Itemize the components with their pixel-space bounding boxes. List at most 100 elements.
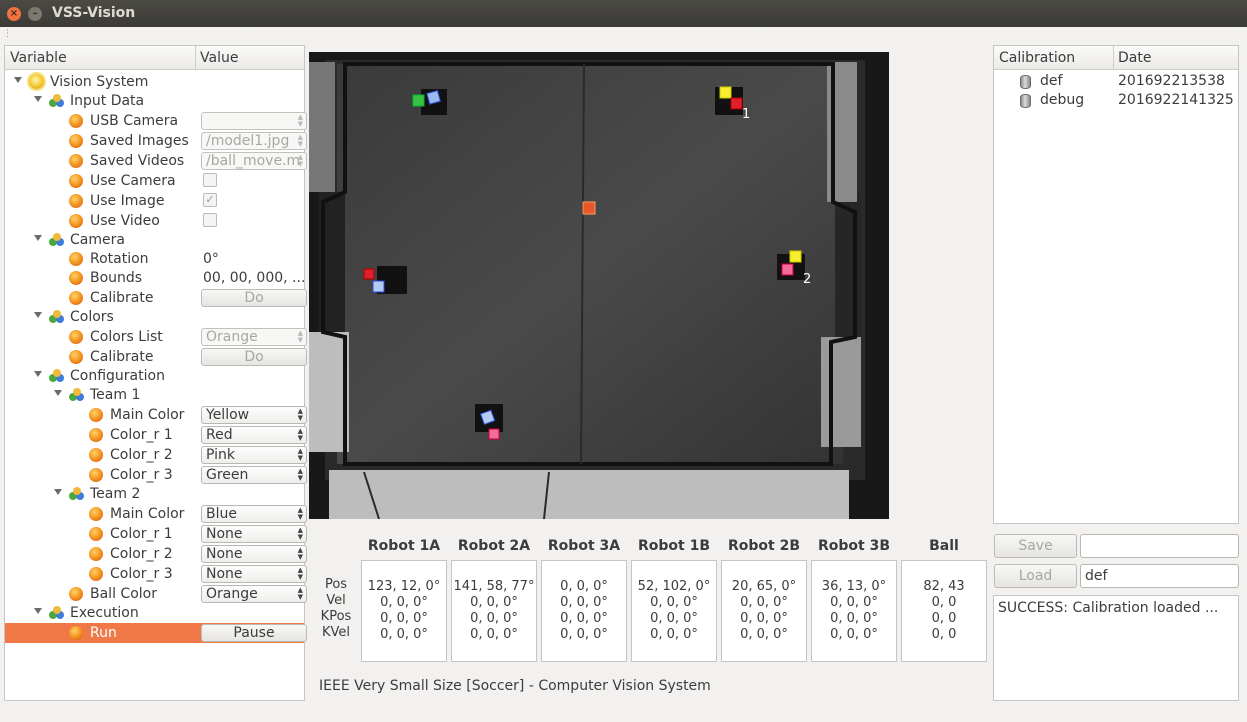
robot-column-header: Robot 2B [727, 538, 801, 554]
tree-label: Color_r 2 [110, 447, 173, 463]
tree-item-vision-system[interactable]: Vision System [5, 72, 304, 92]
tree-label: Calibrate [90, 349, 154, 365]
team1-color-r1-select[interactable]: Red ▲ ▼ [201, 426, 307, 444]
kvel-value: 0, 0, 0° [650, 627, 698, 642]
expand-arrow-icon[interactable] [34, 371, 42, 377]
tree-item-bounds[interactable]: Bounds 00, 00, 000, ... [5, 268, 305, 288]
tree-item-team1-main-color[interactable]: Main Color Yellow ▲ ▼ [5, 405, 307, 425]
team1-color-r2-select[interactable]: Pink ▲ ▼ [201, 446, 307, 464]
tree-item-ball-color[interactable]: Ball Color Orange ▲ ▼ [5, 584, 307, 604]
pos-value: 123, 12, 0° [367, 579, 441, 594]
tree-item-input-data[interactable]: Input Data [5, 91, 304, 111]
tree-item-team1-color-r1[interactable]: Color_r 1 Red ▲ ▼ [5, 425, 307, 445]
tree-item-team2-main-color[interactable]: Main Color Blue ▲ ▼ [5, 504, 307, 524]
team2-main-color-select[interactable]: Blue ▲ ▼ [201, 505, 307, 523]
tree-item-team2-color-r1[interactable]: Color_r 1 None ▲ ▼ [5, 524, 307, 544]
tree-item-colors-calibrate[interactable]: Calibrate Do [5, 347, 307, 367]
tree-label: Configuration [70, 368, 165, 384]
kvel-value: 0, 0, 0° [380, 627, 428, 642]
kpos-value: 0, 0 [931, 611, 957, 626]
tree-item-rotation[interactable]: Rotation 0° [5, 249, 304, 269]
calibration-item[interactable]: def 201692213538 [994, 72, 1238, 92]
tree-item-usb-camera[interactable]: USB Camera ▲ ▼ [5, 111, 307, 131]
variable-icon [69, 330, 83, 344]
ball-color-select[interactable]: Orange ▲ ▼ [201, 585, 307, 603]
robot-label-2: 2 [803, 272, 811, 287]
tree-item-team-1[interactable]: Team 1 [5, 385, 304, 405]
tree-item-use-video[interactable]: Use Video [5, 211, 304, 231]
expand-arrow-icon[interactable] [14, 77, 22, 83]
expand-arrow-icon[interactable] [54, 390, 62, 396]
tree-item-saved-images[interactable]: Saved Images /model1.jpg ▲ ▼ [5, 131, 307, 151]
tree-item-execution[interactable]: Execution [5, 603, 304, 623]
load-button[interactable]: Load [994, 564, 1077, 588]
tree-item-saved-videos[interactable]: Saved Videos /ball_move.m ▲ ▼ [5, 151, 307, 171]
robot-2b-values: 20, 65, 0° 0, 0, 0° 0, 0, 0° 0, 0, 0° [721, 560, 807, 662]
tree-label: Saved Images [90, 133, 189, 149]
field-camera-view[interactable]: 1 2 [309, 52, 889, 519]
variable-icon [69, 587, 83, 601]
pause-button[interactable]: Pause [201, 624, 307, 642]
close-window-button[interactable]: × [7, 7, 21, 21]
tree-item-configuration[interactable]: Configuration [5, 366, 304, 386]
save-button[interactable]: Save [994, 534, 1077, 558]
expand-arrow-icon[interactable] [54, 489, 62, 495]
expand-arrow-icon[interactable] [34, 96, 42, 102]
vel-value: 0, 0, 0° [560, 595, 608, 610]
tree-item-use-camera[interactable]: Use Camera [5, 171, 304, 191]
column-header-date[interactable]: Date [1118, 50, 1151, 66]
column-header-variable[interactable]: Variable [10, 50, 67, 66]
column-header-value[interactable]: Value [200, 50, 238, 66]
expand-arrow-icon[interactable] [34, 312, 42, 318]
tree-item-camera-calibrate[interactable]: Calibrate Do [5, 288, 307, 308]
save-name-input[interactable] [1080, 534, 1239, 558]
robot-column-header: Robot 1A [367, 538, 441, 554]
column-header-calibration[interactable]: Calibration [999, 50, 1075, 66]
tree-item-team-2[interactable]: Team 2 [5, 484, 304, 504]
pos-value: 20, 65, 0° [731, 579, 797, 594]
pos-value: 82, 43 [923, 579, 965, 594]
calibration-date: 2016922141325 [1118, 92, 1234, 108]
group-icon [69, 487, 85, 501]
tree-item-team2-color-r3[interactable]: Color_r 3 None ▲ ▼ [5, 564, 307, 584]
tree-item-team2-color-r2[interactable]: Color_r 2 None ▲ ▼ [5, 544, 307, 564]
tree-item-camera[interactable]: Camera [5, 230, 304, 250]
tree-label: Ball Color [90, 586, 157, 602]
calibration-name: def [1040, 73, 1063, 89]
team2-color-r2-select[interactable]: None ▲ ▼ [201, 545, 307, 563]
team2-color-r3-select[interactable]: None ▲ ▼ [201, 565, 307, 583]
variable-icon [69, 154, 83, 168]
variable-icon [89, 507, 103, 521]
variable-icon [69, 291, 83, 305]
tree-item-run[interactable]: Run Pause [5, 623, 307, 643]
tree-label: USB Camera [90, 113, 179, 129]
team1-main-color-select[interactable]: Yellow ▲ ▼ [201, 406, 307, 424]
calibration-item[interactable]: debug 2016922141325 [994, 91, 1238, 111]
tree-label: Color_r 1 [110, 427, 173, 443]
tree-item-colors-list[interactable]: Colors List Orange ▲ ▼ [5, 327, 307, 347]
load-name-input[interactable]: def [1080, 564, 1239, 588]
vel-value: 0, 0, 0° [380, 595, 428, 610]
tree-item-use-image[interactable]: Use Image ✓ [5, 191, 304, 211]
colors-calibrate-button[interactable]: Do [201, 348, 307, 366]
minimize-window-button[interactable]: – [28, 7, 42, 21]
tree-label: Colors List [90, 329, 163, 345]
kpos-value: 0, 0, 0° [470, 611, 518, 626]
camera-calibrate-button[interactable]: Do [201, 289, 307, 307]
row-label-pos: Pos [324, 577, 348, 592]
tree-item-colors[interactable]: Colors [5, 307, 304, 327]
robot-row-labels: Pos Vel KPos KVel [314, 577, 358, 641]
robot-column-header: Robot 2A [457, 538, 531, 554]
tree-label: Rotation [90, 251, 149, 267]
tree-label: Use Video [90, 213, 160, 229]
tree-item-team1-color-r2[interactable]: Color_r 2 Pink ▲ ▼ [5, 445, 307, 465]
expand-arrow-icon[interactable] [34, 235, 42, 241]
team2-color-r1-select[interactable]: None ▲ ▼ [201, 525, 307, 543]
robot-3a-values: 0, 0, 0° 0, 0, 0° 0, 0, 0° 0, 0, 0° [541, 560, 627, 662]
team1-color-r3-select[interactable]: Green ▲ ▼ [201, 466, 307, 484]
tree-item-team1-color-r3[interactable]: Color_r 3 Green ▲ ▼ [5, 465, 307, 485]
calibration-list[interactable]: Calibration Date def 201692213538 debug … [993, 45, 1239, 524]
variable-tree[interactable]: Variable Value Vision System Input Data … [4, 45, 307, 701]
expand-arrow-icon[interactable] [34, 608, 42, 614]
window-title: VSS-Vision [52, 5, 136, 21]
